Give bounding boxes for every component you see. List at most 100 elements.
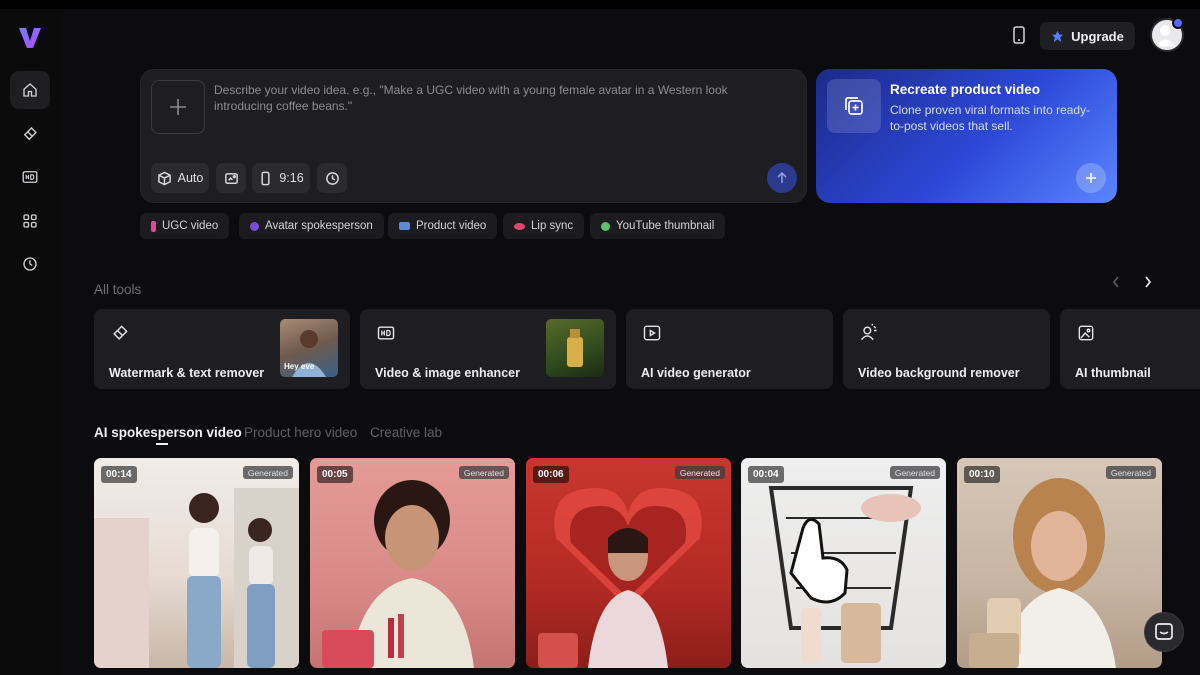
mode-chip-label: Auto (177, 171, 204, 185)
tool-card-ai-video-generator[interactable]: AI video generator (626, 309, 833, 389)
chat-icon (1155, 623, 1173, 640)
quick-pill-ugc[interactable]: UGC video (140, 213, 230, 239)
tab-creative-lab[interactable]: Creative lab (370, 425, 442, 440)
plus-icon (170, 99, 186, 115)
sidebar-item-history[interactable] (10, 245, 50, 283)
generated-badge: Generated (674, 466, 725, 479)
sidebar-item-eraser[interactable] (10, 115, 50, 153)
all-tools-heading: All tools (94, 282, 142, 297)
upgrade-button[interactable]: Upgrade (1040, 22, 1135, 50)
crown-icon (1052, 30, 1064, 42)
video-thumbnail-image (969, 478, 1116, 668)
grid-icon (23, 214, 37, 228)
video-card[interactable]: 00:05 Generated (310, 458, 515, 668)
hd-icon (376, 323, 396, 343)
lips-icon (514, 222, 525, 230)
phone-ratio-icon (261, 171, 270, 185)
tool-label: Watermark & text remover (109, 366, 265, 380)
aspect-ratio-chip[interactable]: 9:16 (252, 163, 310, 193)
recreate-product-video-card[interactable]: Recreate product video Clone proven vira… (816, 69, 1117, 203)
video-thumbnail-image (538, 488, 702, 668)
video-duration: 00:14 (101, 466, 137, 483)
video-duration: 00:10 (964, 466, 1000, 483)
plus-icon (1086, 173, 1096, 183)
mode-chip[interactable]: Auto (151, 163, 209, 193)
tool-card-watermark-remover[interactable]: Watermark & text remover Hey eve (94, 309, 350, 389)
recreate-add-button[interactable] (1076, 163, 1106, 193)
hd-icon (22, 171, 38, 183)
video-card[interactable]: 00:04 Generated (741, 458, 946, 668)
eraser-icon (23, 127, 37, 141)
video-card[interactable]: 00:06 Generated (526, 458, 731, 668)
quick-pill-avatar[interactable]: Avatar spokesperson (239, 213, 384, 239)
sidebar-item-apps[interactable] (10, 202, 50, 240)
tool-thumbnail-image: Hey eve (280, 319, 338, 377)
chevron-left-icon (1112, 276, 1119, 288)
phone-icon (1013, 26, 1025, 44)
image-settings-chip[interactable] (216, 163, 246, 193)
tab-product-hero[interactable]: Product hero video (244, 425, 357, 440)
duration-chip[interactable] (317, 163, 347, 193)
clover-icon (601, 221, 610, 231)
home-icon (23, 83, 37, 97)
support-chat-button[interactable] (1144, 612, 1184, 652)
generated-badge: Generated (889, 466, 940, 479)
recreate-description: Clone proven viral formats into ready-to… (890, 103, 1091, 133)
quick-pill-label: Avatar spokesperson (265, 220, 373, 232)
thumbnail-caption: Hey eve (284, 362, 315, 371)
tool-card-background-remover[interactable]: Video background remover (843, 309, 1050, 389)
sidebar-item-home[interactable] (10, 71, 50, 109)
cube-icon (157, 171, 171, 185)
arrow-up-icon (777, 171, 787, 183)
video-duration: 00:05 (317, 466, 353, 483)
plan-badge-icon (1172, 17, 1184, 29)
play-icon (642, 323, 662, 343)
prompt-input[interactable]: Describe your video idea. e.g., "Make a … (214, 82, 784, 114)
active-tab-indicator (156, 443, 168, 445)
video-duration: 00:04 (748, 466, 784, 483)
upgrade-label: Upgrade (1071, 28, 1124, 44)
video-thumbnail-image (768, 486, 921, 663)
quick-pill-lipsync[interactable]: Lip sync (503, 213, 585, 239)
chevron-right-icon (1145, 276, 1152, 288)
tool-label: Video background remover (858, 366, 1020, 380)
app-logo[interactable] (17, 25, 43, 51)
left-sidebar (0, 9, 62, 675)
person-cutout-icon (859, 323, 879, 343)
generated-badge: Generated (242, 466, 293, 479)
video-card[interactable]: 00:14 Generated (94, 458, 299, 668)
image-settings-icon (224, 172, 238, 184)
quick-pill-thumbnail[interactable]: YouTube thumbnail (590, 213, 726, 239)
prompt-panel: Describe your video idea. e.g., "Make a … (140, 69, 807, 203)
quick-pill-product[interactable]: Product video (388, 213, 498, 239)
tools-prev-button[interactable] (1107, 273, 1125, 291)
tool-card-ai-thumbnail[interactable]: AI thumbnail (1060, 309, 1200, 389)
quick-pill-label: UGC video (162, 220, 219, 232)
top-border (0, 0, 1200, 9)
generated-badge: Generated (458, 466, 509, 479)
clone-plus-icon (845, 97, 863, 115)
tool-thumbnail-image (546, 319, 604, 377)
history-icon (23, 257, 37, 271)
clock-icon (325, 171, 339, 185)
video-duration: 00:06 (533, 466, 569, 483)
quick-pill-label: Product video (416, 220, 487, 232)
quick-pill-label: YouTube thumbnail (616, 220, 715, 232)
quick-pill-label: Lip sync (531, 220, 574, 232)
film-icon (399, 222, 410, 230)
add-media-button[interactable] (151, 80, 205, 134)
tab-ai-spokesperson[interactable]: AI spokesperson video (94, 425, 242, 440)
tool-card-enhancer[interactable]: Video & image enhancer (360, 309, 616, 389)
sidebar-item-hd[interactable] (10, 158, 50, 196)
mobile-app-button[interactable] (1008, 24, 1030, 46)
music-icon (151, 220, 156, 232)
tools-next-button[interactable] (1139, 273, 1157, 291)
video-card[interactable]: 00:10 Generated (957, 458, 1162, 668)
send-button[interactable] (767, 163, 797, 193)
tool-label: AI video generator (641, 366, 751, 380)
tool-label: Video & image enhancer (375, 366, 520, 380)
eraser-icon (110, 323, 130, 343)
tool-label: AI thumbnail (1075, 366, 1151, 380)
generated-badge: Generated (1105, 466, 1156, 479)
image-sparkle-icon (1076, 323, 1096, 343)
